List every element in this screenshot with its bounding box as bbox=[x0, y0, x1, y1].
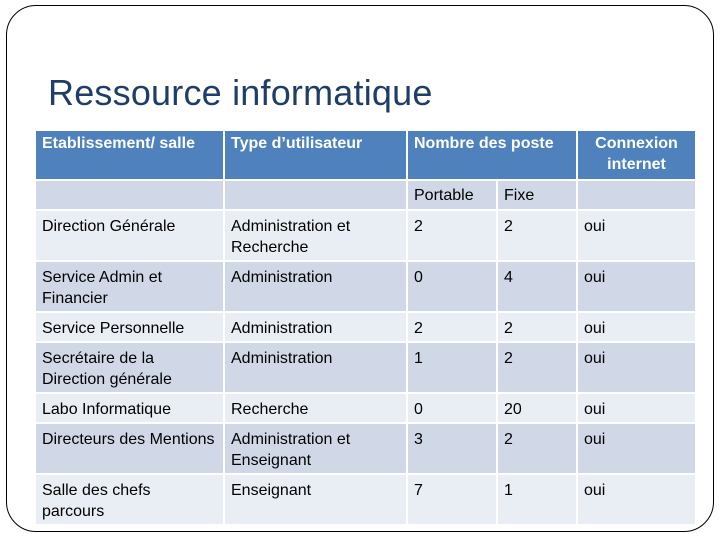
cell-internet: oui bbox=[578, 313, 695, 341]
table-header-row: Etablissement/ salle Type d’utilisateur … bbox=[36, 131, 695, 179]
header-internet: Connexion internet bbox=[578, 131, 695, 179]
cell-internet: oui bbox=[578, 394, 695, 422]
cell-fixe: 2 bbox=[498, 424, 576, 473]
table-row: Service Admin et Financier Administratio… bbox=[36, 262, 695, 311]
table-row: Salle des chefs parcours Enseignant 7 1 … bbox=[36, 475, 695, 524]
cell-portable: 0 bbox=[408, 262, 496, 311]
table-row: Service Personnelle Administration 2 2 o… bbox=[36, 313, 695, 341]
table-row: Labo Informatique Recherche 0 20 oui bbox=[36, 394, 695, 422]
cell-user-type: Enseignant bbox=[225, 475, 406, 524]
subheader-empty bbox=[225, 181, 406, 209]
table-subheader-row: Portable Fixe bbox=[36, 181, 695, 209]
cell-fixe: 2 bbox=[498, 343, 576, 392]
header-internet-line2: internet bbox=[607, 156, 666, 173]
cell-user-type: Administration bbox=[225, 262, 406, 311]
cell-fixe: 2 bbox=[498, 211, 576, 260]
cell-portable: 1 bbox=[408, 343, 496, 392]
cell-portable: 7 bbox=[408, 475, 496, 524]
cell-portable: 0 bbox=[408, 394, 496, 422]
table-row: Directeurs des Mentions Administration e… bbox=[36, 424, 695, 473]
cell-portable: 3 bbox=[408, 424, 496, 473]
cell-portable: 2 bbox=[408, 211, 496, 260]
cell-user-type: Recherche bbox=[225, 394, 406, 422]
header-establishment: Etablissement/ salle bbox=[36, 131, 223, 179]
cell-fixe: 20 bbox=[498, 394, 576, 422]
resources-table: Etablissement/ salle Type d’utilisateur … bbox=[34, 129, 697, 526]
cell-internet: oui bbox=[578, 262, 695, 311]
subheader-fixe: Fixe bbox=[498, 181, 576, 209]
cell-internet: oui bbox=[578, 424, 695, 473]
cell-establishment: Service Admin et Financier bbox=[36, 262, 223, 311]
cell-fixe: 4 bbox=[498, 262, 576, 311]
cell-user-type: Administration bbox=[225, 343, 406, 392]
table-row: Direction Générale Administration et Rec… bbox=[36, 211, 695, 260]
cell-user-type: Administration bbox=[225, 313, 406, 341]
cell-internet: oui bbox=[578, 475, 695, 524]
cell-user-type: Administration et Enseignant bbox=[225, 424, 406, 473]
cell-fixe: 2 bbox=[498, 313, 576, 341]
header-post-count: Nombre des poste bbox=[408, 131, 576, 179]
subheader-empty bbox=[578, 181, 695, 209]
table-row: Secrétaire de la Direction générale Admi… bbox=[36, 343, 695, 392]
cell-establishment: Labo Informatique bbox=[36, 394, 223, 422]
subheader-portable: Portable bbox=[408, 181, 496, 209]
cell-portable: 2 bbox=[408, 313, 496, 341]
cell-establishment: Salle des chefs parcours bbox=[36, 475, 223, 524]
cell-establishment: Direction Générale bbox=[36, 211, 223, 260]
header-internet-line1: Connexion bbox=[595, 135, 678, 152]
cell-user-type: Administration et Recherche bbox=[225, 211, 406, 260]
cell-establishment: Directeurs des Mentions bbox=[36, 424, 223, 473]
cell-establishment: Secrétaire de la Direction générale bbox=[36, 343, 223, 392]
cell-fixe: 1 bbox=[498, 475, 576, 524]
cell-internet: oui bbox=[578, 343, 695, 392]
cell-establishment: Service Personnelle bbox=[36, 313, 223, 341]
cell-internet: oui bbox=[578, 211, 695, 260]
subheader-empty bbox=[36, 181, 223, 209]
header-user-type: Type d’utilisateur bbox=[225, 131, 406, 179]
slide-title: Ressource informatique bbox=[48, 72, 433, 113]
